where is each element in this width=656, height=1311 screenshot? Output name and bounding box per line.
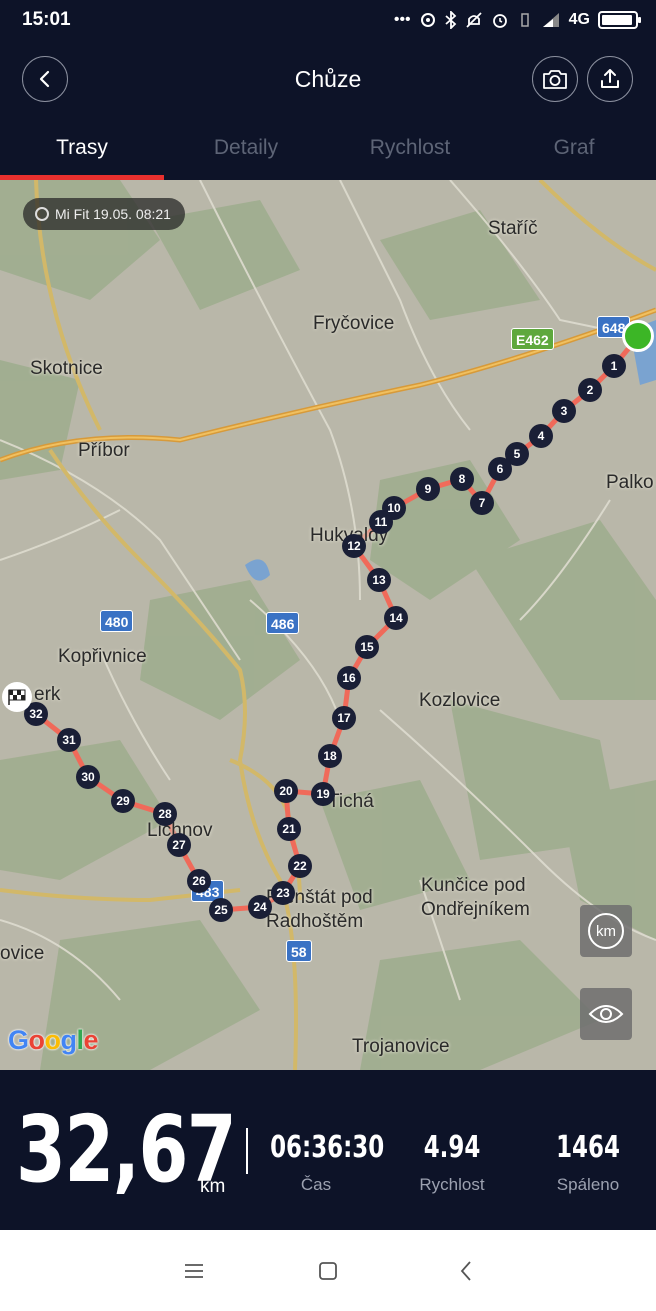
- route-marker-28: 28: [153, 802, 177, 826]
- stat-time: 06:36:30 Čas: [262, 1130, 385, 1195]
- route-marker-26: 26: [187, 869, 211, 893]
- mute-icon: [465, 11, 483, 29]
- stat-speed-label: Rychlost: [419, 1175, 485, 1194]
- km-icon: km: [588, 913, 624, 949]
- tab-rychlost[interactable]: Rychlost: [328, 120, 492, 180]
- route-marker-11: 11: [369, 510, 393, 534]
- route-marker-19: 19: [311, 782, 335, 806]
- alarm-icon: [491, 11, 509, 29]
- km-toggle-button[interactable]: km: [580, 905, 632, 957]
- route-marker-20: 20: [274, 779, 298, 803]
- stat-calories: 1464 Spáleno: [540, 1130, 636, 1195]
- signal-icon: [541, 12, 561, 28]
- map-label-kozlovice: Kozlovice: [419, 690, 501, 711]
- route-marker-25: 25: [209, 898, 233, 922]
- route-marker-14: 14: [384, 606, 408, 630]
- camera-icon: [543, 70, 567, 89]
- status-icons: ••• 4G: [393, 6, 641, 34]
- map-label-pribor: Příbor: [78, 440, 130, 461]
- route-map[interactable]: Mi Fit 19.05. 08:21 Staříč Fryčovice Sko…: [0, 180, 656, 1070]
- route-marker-4: 4: [529, 424, 553, 448]
- route-marker-3: 3: [552, 399, 576, 423]
- route-marker-16: 16: [337, 666, 361, 690]
- route-marker-1: 1: [602, 354, 626, 378]
- stats-panel: 32,67 km 06:36:30 Čas 4.94 Rychlost 1464…: [0, 1070, 656, 1230]
- visibility-toggle-button[interactable]: [580, 988, 632, 1040]
- route-marker-24: 24: [248, 895, 272, 919]
- app-header: Chůze: [0, 40, 656, 120]
- map-label-kuncice: Kunčice pod Ondřejníkem: [421, 875, 530, 920]
- menu-icon: [185, 1264, 203, 1278]
- route-marker-22: 22: [288, 854, 312, 878]
- route-marker-8: 8: [450, 467, 474, 491]
- stat-calories-value: 1464: [556, 1130, 620, 1165]
- tab-detaily[interactable]: Detaily: [164, 120, 328, 180]
- route-marker-23: 23: [271, 881, 295, 905]
- route-marker-2: 2: [578, 378, 602, 402]
- map-label-palkovice: Palko: [606, 472, 654, 493]
- source-text: Mi Fit 19.05. 08:21: [55, 206, 171, 222]
- menu-button[interactable]: [181, 1258, 207, 1284]
- stats-divider: [246, 1128, 248, 1174]
- map-label-trojanovice: Trojanovice: [352, 1036, 450, 1057]
- map-label-koprivnice: Kopřivnice: [58, 646, 147, 667]
- route-marker-18: 18: [318, 744, 342, 768]
- road-shield-58: 58: [286, 940, 312, 962]
- share-button[interactable]: [587, 56, 633, 102]
- battery-icon: [598, 11, 641, 29]
- hotspot-icon: [419, 11, 437, 29]
- route-marker-29: 29: [111, 789, 135, 813]
- route-marker-21: 21: [277, 817, 301, 841]
- start-point: [622, 320, 654, 352]
- distance-unit: km: [200, 1176, 226, 1197]
- route-marker-9: 9: [416, 477, 440, 501]
- map-label-skotnice: Skotnice: [30, 358, 103, 379]
- stat-calories-label: Spáleno: [556, 1175, 620, 1194]
- route-marker-6: 6: [488, 457, 512, 481]
- stat-speed: 4.94 Rychlost: [404, 1130, 500, 1195]
- map-label-frycovice: Fryčovice: [313, 313, 395, 334]
- route-marker-31: 31: [57, 728, 81, 752]
- network-label: 4G: [568, 11, 590, 28]
- back-triangle-icon: [460, 1261, 471, 1281]
- route-marker-30: 30: [76, 765, 100, 789]
- vibrate-icon: [517, 11, 533, 29]
- bluetooth-icon: [445, 11, 457, 29]
- route-marker-27: 27: [167, 833, 191, 857]
- route-marker-12: 12: [342, 534, 366, 558]
- tab-trasy[interactable]: Trasy: [0, 120, 164, 180]
- route-marker-7: 7: [470, 491, 494, 515]
- road-shield-486: 486: [266, 612, 300, 634]
- road-shield-480: 480: [100, 610, 134, 632]
- camera-button[interactable]: [532, 56, 578, 102]
- route-marker-13: 13: [367, 568, 391, 592]
- map-label-staric: Staříč: [488, 218, 538, 239]
- route-marker-15: 15: [355, 635, 379, 659]
- status-bar: 15:01 ••• 4G: [0, 0, 656, 40]
- more-icon: •••: [393, 11, 411, 28]
- route-marker-17: 17: [332, 706, 356, 730]
- stat-speed-value: 4.94: [423, 1130, 481, 1165]
- status-time: 15:01: [22, 9, 71, 30]
- system-back-button[interactable]: [453, 1258, 479, 1284]
- home-button[interactable]: [315, 1258, 341, 1284]
- eye-icon: [588, 1005, 624, 1023]
- system-nav-bar: [0, 1230, 656, 1311]
- google-logo: Google: [8, 1025, 99, 1055]
- home-square-icon: [319, 1262, 337, 1280]
- watch-icon: [35, 207, 49, 221]
- tab-bar: Trasy Detaily Rychlost Graf: [0, 120, 656, 180]
- stat-time-label: Čas: [300, 1175, 332, 1194]
- road-shield-e462: E462: [511, 328, 554, 350]
- stat-time-value: 06:36:30: [270, 1130, 385, 1165]
- map-label-ovice: ovice: [0, 943, 45, 964]
- tab-graf[interactable]: Graf: [492, 120, 656, 180]
- source-badge: Mi Fit 19.05. 08:21: [23, 198, 185, 230]
- upload-icon: [601, 69, 619, 88]
- km-button-label: km: [596, 922, 616, 940]
- finish-flag-icon: [2, 682, 32, 712]
